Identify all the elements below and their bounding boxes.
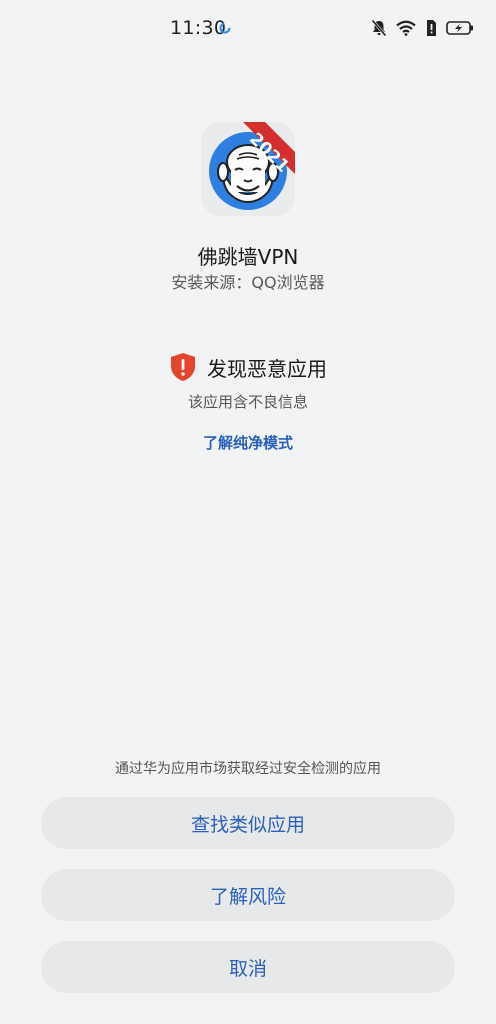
market-note: 通过华为应用市场获取经过安全检测的应用	[115, 761, 381, 777]
mute-bell-icon	[371, 19, 387, 37]
battery-charging-icon	[446, 21, 473, 35]
install-source: 安装来源：QQ浏览器	[171, 273, 325, 292]
cancel-button[interactable]: 取消	[41, 941, 455, 993]
buddha-app-icon: 2021	[201, 122, 295, 216]
app-name: 佛跳墙VPN	[197, 245, 299, 269]
learn-pure-mode-link[interactable]: 了解纯净模式	[0, 432, 496, 453]
shield-alert-icon	[171, 353, 195, 381]
status-icons	[371, 18, 474, 38]
wifi-icon	[396, 20, 416, 36]
warning-header: 发现恶意应用	[0, 352, 496, 382]
warning-title: 发现恶意应用	[207, 356, 327, 381]
status-bar: 11:30	[0, 0, 496, 56]
warning-description: 该应用含不良信息	[187, 393, 308, 411]
find-similar-apps-button[interactable]: 查找类似应用	[41, 797, 455, 849]
learn-risk-button[interactable]: 了解风险	[41, 869, 455, 921]
status-time: 11:30	[170, 17, 227, 39]
sim-alert-icon	[427, 20, 436, 36]
spinner-icon	[219, 22, 231, 34]
